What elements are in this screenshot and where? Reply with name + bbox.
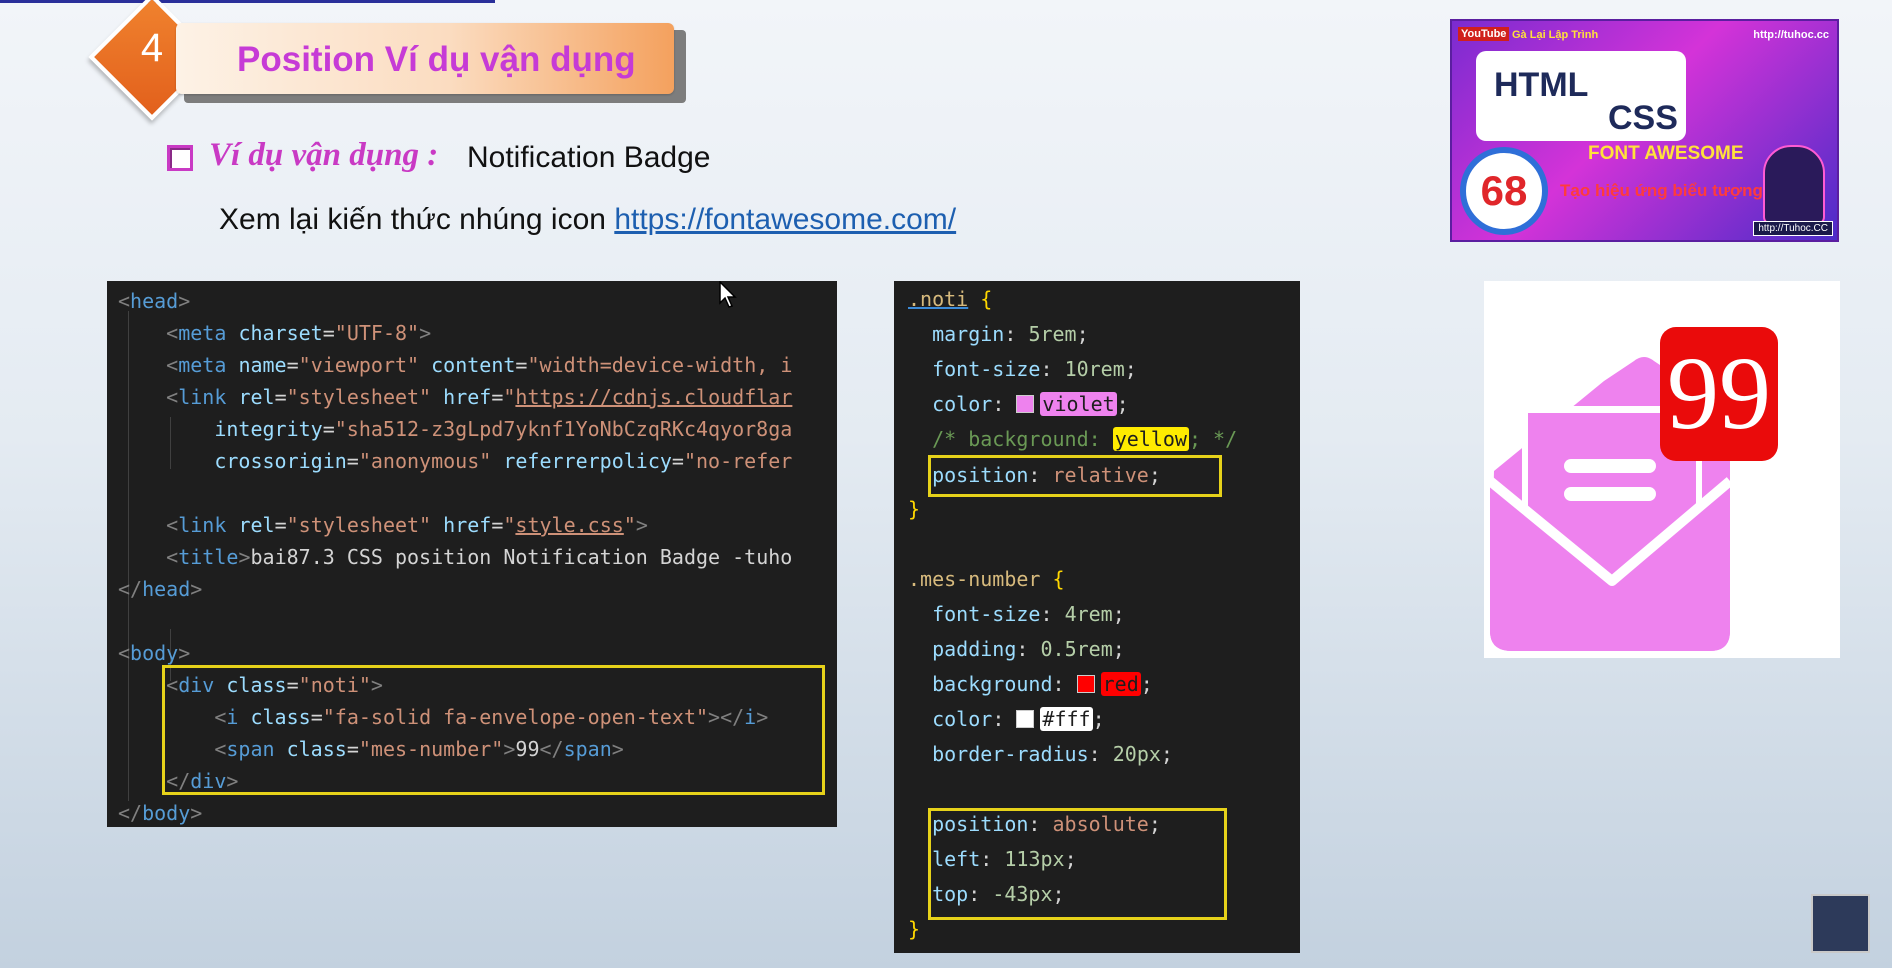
video-thumbnail[interactable]: YouTube Gà Lại Lập Trình http://tuhoc.cc… [1450,19,1839,242]
thumbnail-url-bottom: http://Tuhoc.CC [1753,221,1833,236]
code-line: /* background: yellow; */ [932,427,1238,451]
notification-badge: 99 [1660,327,1778,461]
code-line: </body> [118,801,203,825]
code-line: margin: 5rem; [932,322,1089,346]
font-awesome-title: FONT AWESOME [1588,143,1744,164]
code-line: <title>bai87.3 CSS position Notification… [166,545,793,569]
css-code-panel: .noti { margin: 5rem; font-size: 10rem; … [894,281,1300,953]
youtube-logo: YouTube [1458,27,1510,41]
review-line: Xem lại kiến thức nhúng icon https://fon… [219,203,956,237]
code-line: } [908,497,921,521]
code-line: <body> [118,641,191,665]
review-text: Xem lại kiến thức nhúng icon [219,203,606,236]
position-absolute-highlight [928,808,1227,920]
code-line: font-size: 4rem; [932,602,1125,626]
red-swatch [1076,675,1095,693]
code-line: <meta charset="UTF-8"> [166,321,432,345]
html-label: HTML [1494,66,1589,104]
code-line: .mes-number { [908,567,1065,591]
mouse-cursor-icon [719,281,737,308]
code-line: } [908,917,921,941]
code-line: <head> [118,289,191,313]
code-line: integrity="sha512-z3gLpd7yknf1YoNbCzqRKc… [214,417,793,441]
channel-label: Gà Lại Lập Trình [1512,29,1599,41]
css-label: CSS [1608,99,1678,137]
code-line: </head> [118,577,203,601]
example-value: Notification Badge [467,141,711,174]
slide-title: Position Ví dụ vận dụng [237,40,636,79]
violet-swatch [1016,395,1035,413]
noti-div-highlight [162,665,825,795]
code-line: font-size: 10rem; [932,357,1137,381]
checkbox-bullet-icon [167,145,193,171]
code-line: padding: 0.5rem; [932,637,1125,661]
code-line: <link rel="stylesheet" href="style.css"> [166,513,648,537]
code-line: crossorigin="anonymous" referrerpolicy="… [214,449,793,473]
code-line: .noti { [908,287,993,311]
code-line: <meta name="viewport" content="width=dev… [166,353,793,377]
subscribe-avatar-icon[interactable] [1811,894,1870,953]
code-line: background: red; [932,672,1153,696]
position-relative-highlight [928,455,1222,497]
example-label: Ví dụ vận dụng : [209,137,439,173]
fontawesome-link[interactable]: https://fontawesome.com/ [614,203,956,236]
avatar-icon [1763,145,1825,225]
episode-number: 68 [1460,147,1548,235]
code-line: border-radius: 20px; [932,742,1173,766]
code-line: color: violet; [932,392,1129,416]
code-line: <link rel="stylesheet" href="https://cdn… [166,385,793,409]
code-line: color: #fff; [932,707,1105,731]
top-progress-bar [0,0,495,3]
white-swatch [1016,710,1035,728]
html-code-panel: <head> <meta charset="UTF-8"> <meta name… [107,281,837,827]
thumbnail-url-top: http://tuhoc.cc [1753,29,1829,41]
